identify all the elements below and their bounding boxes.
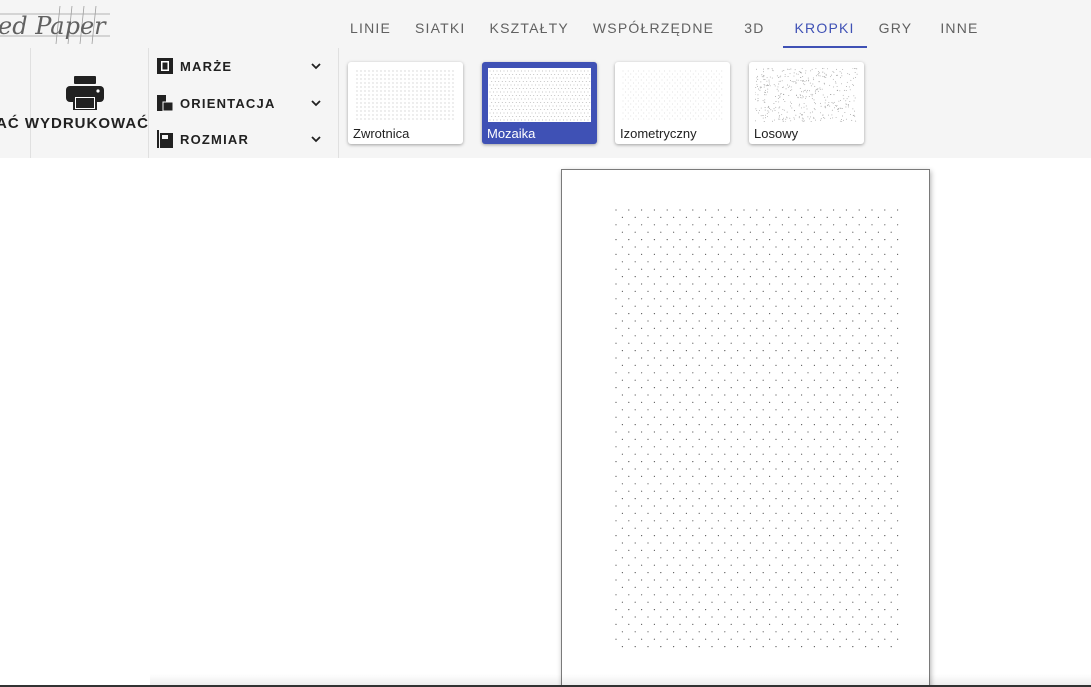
dot-pattern-sheet [615, 209, 899, 648]
pattern-card-mozaika[interactable]: Mozaika [482, 62, 597, 144]
pattern-card-zwrotnica[interactable]: Zwrotnica [348, 62, 463, 144]
chevron-down-icon [311, 63, 321, 70]
tab-siatki[interactable]: SIATKI [403, 0, 478, 48]
pattern-card-label: Zwrotnica [353, 126, 410, 141]
printer-icon [66, 76, 104, 110]
pattern-card-label: Izometryczny [620, 126, 697, 141]
margins-label: MARŻE [180, 59, 233, 74]
pattern-thumbnail [488, 68, 591, 122]
page-preview [561, 169, 930, 687]
tab-gry[interactable]: GRY [867, 0, 925, 48]
orientation-dropdown[interactable]: ORIENTACJA [156, 92, 328, 116]
size-dropdown[interactable]: ROZMIAR [156, 128, 328, 152]
page-settings: MARŻE ORIENTACJA ROZMIAR [156, 48, 336, 158]
pattern-thumbnail [755, 68, 858, 122]
size-icon [157, 130, 173, 148]
top-bar: ed Paper LINIE SIATKI KSZTAŁTY WSPÓŁRZĘD… [0, 0, 1091, 48]
tab-ksztalty[interactable]: KSZTAŁTY [478, 0, 581, 48]
pattern-thumbnail [356, 70, 454, 120]
category-tabs: LINIE SIATKI KSZTAŁTY WSPÓŁRZĘDNE 3D KRO… [338, 0, 991, 48]
orientation-icon [157, 95, 174, 112]
tab-linie[interactable]: LINIE [338, 0, 403, 48]
chevron-down-icon [311, 136, 321, 143]
tab-kropki[interactable]: KROPKI [782, 0, 867, 48]
chevron-down-icon [311, 100, 321, 107]
logo-text: ed Paper [0, 12, 106, 40]
print-button[interactable]: AĆ WYDRUKOWAĆ [0, 48, 148, 158]
margins-dropdown[interactable]: MARŻE [156, 55, 328, 79]
orientation-label: ORIENTACJA [180, 96, 276, 111]
pattern-card-label: Mozaika [487, 126, 536, 141]
pattern-card-izometryczny[interactable]: Izometryczny [615, 62, 730, 144]
size-label: ROZMIAR [180, 132, 250, 147]
tab-inne[interactable]: INNE [928, 0, 990, 48]
tab-3d[interactable]: 3D [732, 0, 776, 48]
toolbar-divider [148, 48, 149, 158]
toolbar: AĆ WYDRUKOWAĆ MARŻE ORIENTACJA ROZMIAR Z… [0, 48, 1091, 158]
pattern-card-losowy[interactable]: Losowy [749, 62, 864, 144]
app: ed Paper LINIE SIATKI KSZTAŁTY WSPÓŁRZĘD… [0, 0, 1091, 687]
preview-area [0, 158, 1091, 687]
pattern-thumbnail [622, 70, 723, 120]
logo[interactable]: ed Paper [0, 4, 110, 44]
margins-icon [157, 58, 173, 74]
tab-wspolrzedne[interactable]: WSPÓŁRZĘDNE [581, 0, 726, 48]
print-label: AĆ WYDRUKOWAĆ [0, 115, 148, 132]
pattern-card-label: Losowy [754, 126, 799, 141]
toolbar-divider [338, 48, 339, 158]
